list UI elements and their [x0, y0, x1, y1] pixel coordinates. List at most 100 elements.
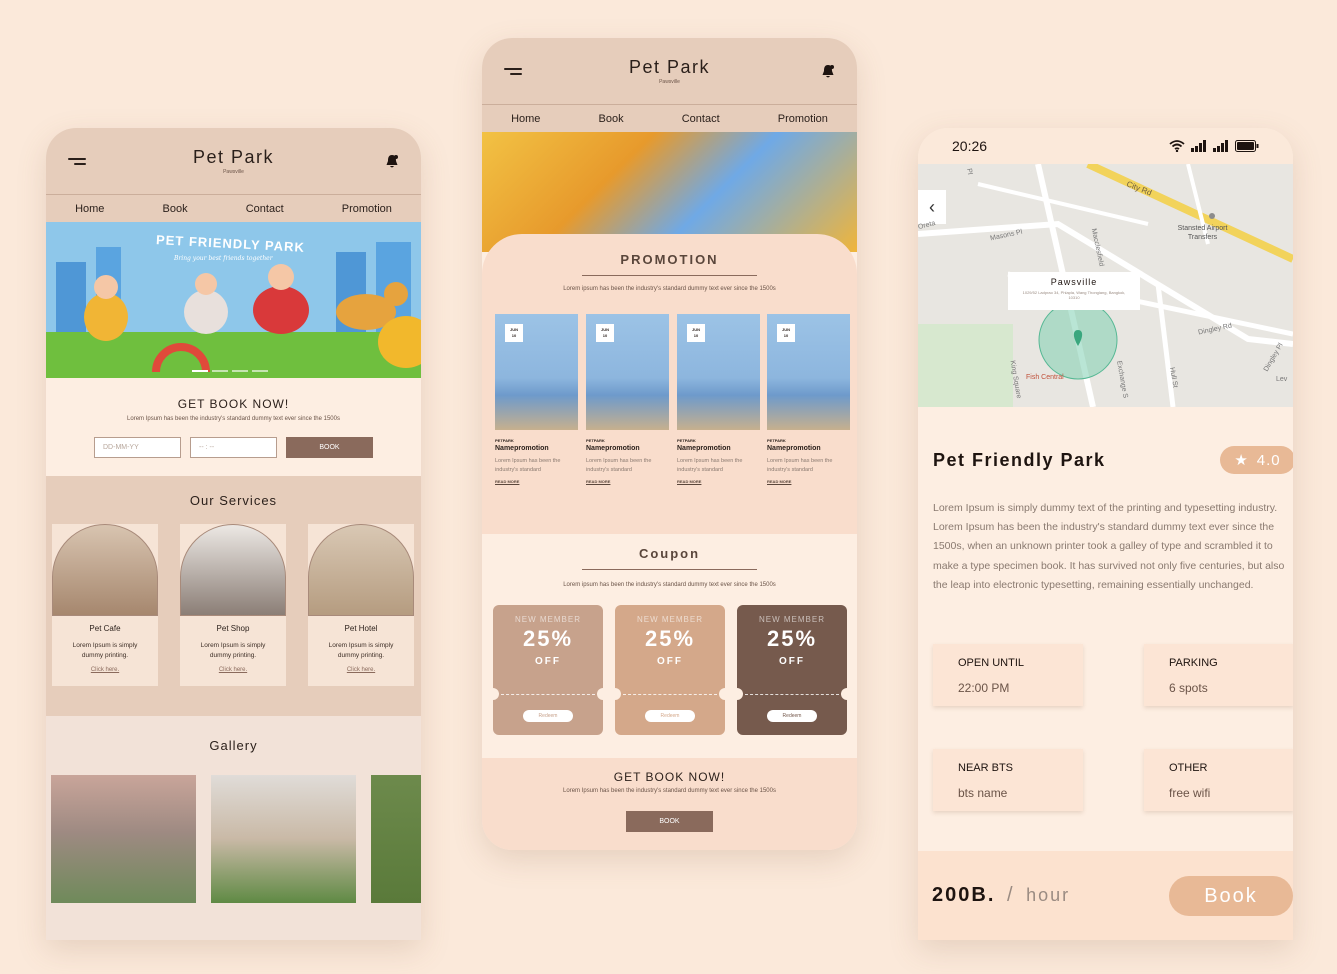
- promo-image: JUN 10: [677, 314, 760, 430]
- map-street: Fish Central: [1026, 374, 1064, 381]
- service-name: Pet Hotel: [344, 624, 378, 633]
- app-header: Pet Park Pawsville: [482, 38, 857, 104]
- signal-icon: [1191, 140, 1206, 152]
- hero-subtitle: Bring your best friends together: [174, 255, 273, 262]
- nav-home[interactable]: Home: [75, 203, 104, 215]
- promo-read-more[interactable]: READ MORE: [677, 479, 760, 484]
- promo-desc: Lorem Ipsum has been the industry's stan…: [586, 458, 652, 473]
- nav-book[interactable]: Book: [599, 113, 624, 125]
- service-card-hotel[interactable]: Pet Hotel Lorem Ipsum is simply dummy pr…: [308, 524, 414, 686]
- main-nav: Home Book Contact Promotion: [46, 194, 421, 222]
- date-input[interactable]: DD-MM-YY: [94, 437, 181, 458]
- map[interactable]: ‹ Pawsville 1029/52 Ladprao 34, Phlapla,…: [918, 164, 1293, 407]
- divider: [582, 569, 757, 570]
- info-key: OTHER: [1169, 762, 1208, 774]
- promo-date: JUN 10: [505, 324, 523, 342]
- promo-date: JUN 10: [687, 324, 705, 342]
- promo-brand: PETPARK: [677, 438, 696, 443]
- promo-card[interactable]: JUN 10 PETPARK Namepromotion Lorem Ipsum …: [586, 314, 669, 484]
- gallery-image[interactable]: [211, 775, 356, 903]
- info-card-near-bts: NEAR BTS bts name: [933, 749, 1083, 811]
- battery-icon: [1235, 140, 1259, 152]
- coupon-off: OFF: [535, 656, 561, 667]
- promo-card[interactable]: JUN 10 PETPARK Namepromotion Lorem Ipsum …: [677, 314, 760, 484]
- coupon-card[interactable]: NEW MEMBER 25% OFF Redeem: [615, 605, 725, 735]
- service-image: [308, 524, 414, 616]
- book-button[interactable]: BOOK: [626, 811, 713, 832]
- bell-icon[interactable]: [821, 64, 835, 79]
- promotion-desc: Lorem ipsum has been the industry's stan…: [563, 286, 776, 292]
- price-unit: hour: [1026, 885, 1071, 905]
- book-button[interactable]: BOOK: [286, 437, 373, 458]
- service-card-shop[interactable]: Pet Shop Lorem Ipsum is simply dummy pri…: [180, 524, 286, 686]
- coupon-percent: 25%: [644, 626, 696, 651]
- info-card-parking: PARKING 6 spots: [1144, 644, 1293, 706]
- info-value: 6 spots: [1169, 681, 1208, 695]
- redeem-button[interactable]: Redeem: [645, 710, 695, 722]
- bell-icon[interactable]: [385, 154, 399, 169]
- nav-contact[interactable]: Contact: [246, 203, 284, 215]
- nav-promotion[interactable]: Promotion: [778, 113, 828, 125]
- phone-home: 20:26 Pet Park Pawsville Home Book Conta…: [46, 128, 421, 940]
- promotion-title: PROMOTION: [620, 252, 719, 267]
- place-description: Lorem Ipsum is simply dummy text of the …: [933, 502, 1285, 591]
- promo-image: JUN 10: [767, 314, 850, 430]
- nav-promotion[interactable]: Promotion: [342, 203, 392, 215]
- hero-banner: PET FRIENDLY PARK Bring your best friend…: [46, 222, 421, 378]
- redeem-button[interactable]: Redeem: [767, 710, 817, 722]
- coupon-percent: 25%: [522, 626, 574, 651]
- app-subtitle: Pawsville: [223, 169, 244, 175]
- promo-read-more[interactable]: READ MORE: [767, 479, 850, 484]
- service-card-cafe[interactable]: Pet Cafe Lorem Ipsum is simply dummy pri…: [52, 524, 158, 686]
- menu-icon[interactable]: [504, 65, 522, 78]
- nav-contact[interactable]: Contact: [682, 113, 720, 125]
- services-title: Our Services: [189, 493, 278, 508]
- service-image: [180, 524, 286, 616]
- place-title: Pet Friendly Park: [933, 450, 1106, 470]
- gallery-title: Gallery: [209, 738, 258, 753]
- promo-name: Namepromotion: [767, 445, 821, 452]
- promo-card[interactable]: JUN 10 PETPARK Namepromotion Lorem Ipsum …: [767, 314, 850, 484]
- booking-footer: 200B. / hour Book: [918, 851, 1293, 940]
- gallery-image[interactable]: [51, 775, 196, 903]
- promo-read-more[interactable]: READ MORE: [495, 479, 578, 484]
- info-value: free wifi: [1169, 786, 1211, 800]
- service-link[interactable]: Click here.: [308, 667, 414, 673]
- back-button[interactable]: ‹: [918, 190, 946, 224]
- coupon-card[interactable]: NEW MEMBER 25% OFF Redeem: [737, 605, 847, 735]
- price-separator: /: [1006, 884, 1015, 906]
- time-input[interactable]: -- : --: [190, 437, 277, 458]
- book-heading: GET BOOK NOW!: [613, 770, 726, 784]
- promo-image: JUN 10: [586, 314, 669, 430]
- service-link[interactable]: Click here.: [52, 667, 158, 673]
- status-bar: 20:26: [918, 128, 1293, 164]
- menu-icon[interactable]: [68, 155, 86, 168]
- info-value: 22:00 PM: [958, 681, 1010, 695]
- coupon-label: NEW MEMBER: [637, 615, 703, 624]
- services-section: Our Services Pet Cafe Lorem Ipsum is sim…: [46, 476, 421, 716]
- info-card-other: OTHER free wifi: [1144, 749, 1293, 811]
- nav-book[interactable]: Book: [163, 203, 188, 215]
- service-image: [52, 524, 158, 616]
- book-desc: Lorem Ipsum has been the industry's stan…: [127, 416, 340, 422]
- service-link[interactable]: Click here.: [180, 667, 286, 673]
- book-button[interactable]: Book: [1169, 876, 1293, 916]
- promo-card[interactable]: JUN 10 PETPARK Namepromotion Lorem Ipsum …: [495, 314, 578, 484]
- book-section: GET BOOK NOW! Lorem Ipsum has been the i…: [46, 378, 421, 476]
- promo-date: JUN 10: [777, 324, 795, 342]
- info-key: OPEN UNTIL: [958, 657, 1025, 669]
- promo-desc: Lorem Ipsum has been the industry's stan…: [677, 458, 743, 473]
- rating-badge: ★ 4.0: [1220, 446, 1293, 474]
- coupon-card[interactable]: NEW MEMBER 25% OFF Redeem: [493, 605, 603, 735]
- promo-date: JUN 10: [596, 324, 614, 342]
- promo-read-more[interactable]: READ MORE: [586, 479, 669, 484]
- gallery-image[interactable]: [371, 775, 421, 903]
- coupon-desc: Lorem ipsum has been the industry's stan…: [563, 582, 776, 588]
- nav-home[interactable]: Home: [511, 113, 540, 125]
- coupon-off: OFF: [779, 656, 805, 667]
- service-desc: Lorem Ipsum is simply dummy printing.: [328, 642, 394, 659]
- app-subtitle: Pawsville: [659, 79, 680, 85]
- app-title: Pet Park: [628, 57, 711, 77]
- promotion-section: PROMOTION Lorem ipsum has been the indus…: [482, 234, 857, 534]
- redeem-button[interactable]: Redeem: [523, 710, 573, 722]
